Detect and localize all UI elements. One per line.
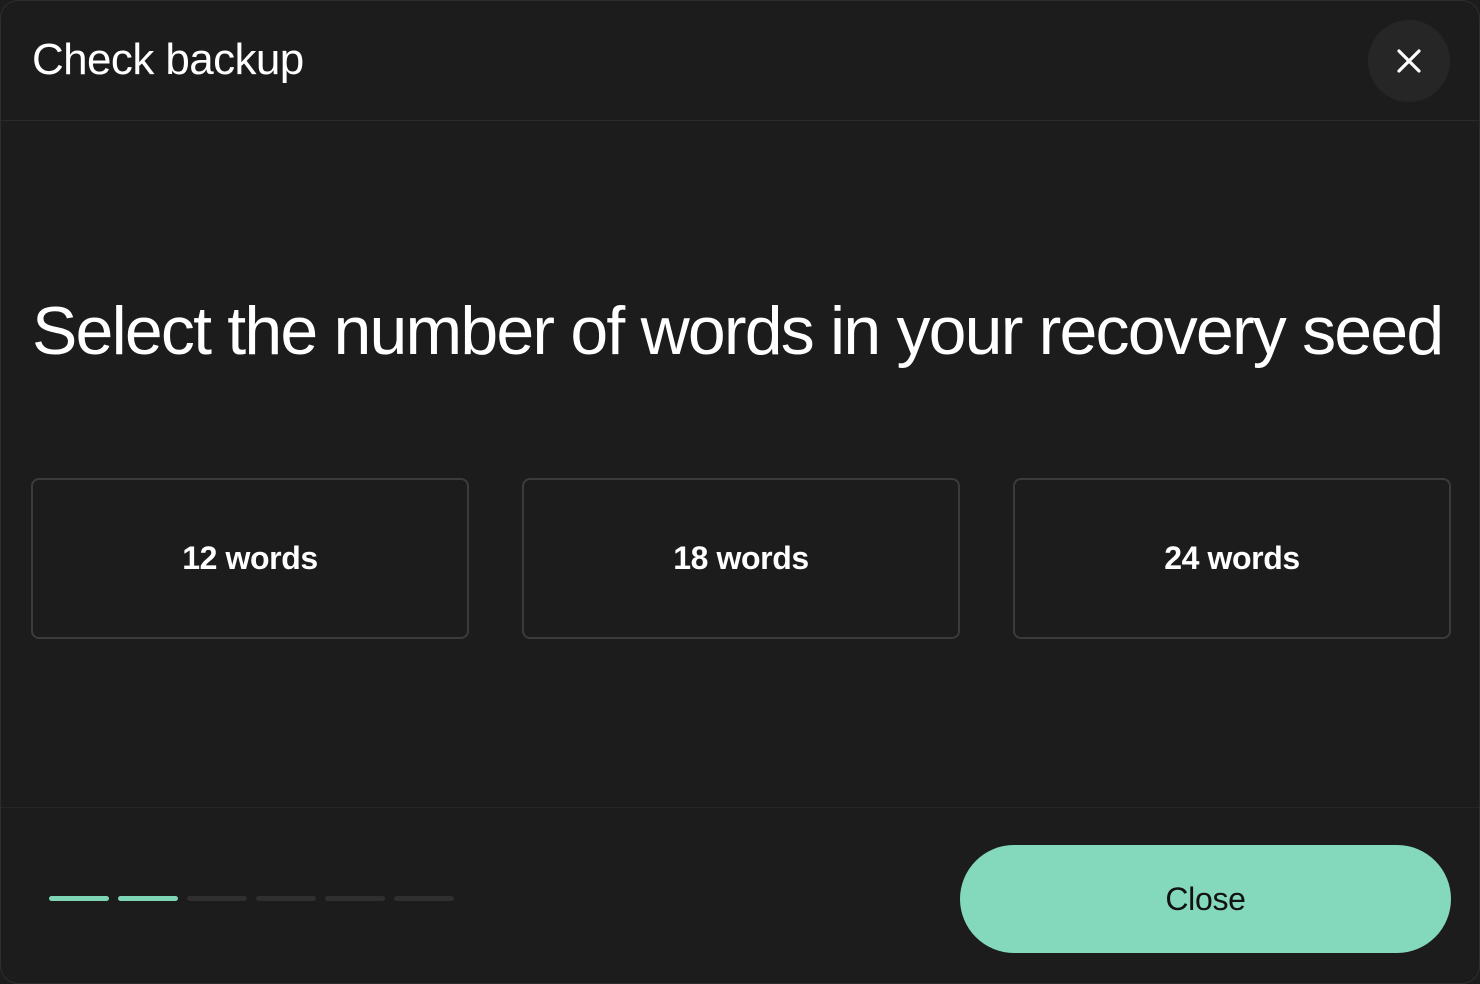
- option-label: 24 words: [1164, 540, 1300, 576]
- option-18-words[interactable]: 18 words: [522, 478, 960, 639]
- page-headline: Select the number of words in your recov…: [32, 293, 1444, 369]
- progress-segment-pending: [256, 896, 316, 901]
- option-label: 12 words: [182, 540, 318, 576]
- option-label: 18 words: [673, 540, 809, 576]
- option-24-words[interactable]: 24 words: [1013, 478, 1451, 639]
- progress-segment-complete: [118, 896, 178, 901]
- progress-segment-complete: [49, 896, 109, 901]
- close-icon: [1397, 49, 1421, 73]
- progress-segment-pending: [394, 896, 454, 901]
- option-12-words[interactable]: 12 words: [31, 478, 469, 639]
- dialog-title: Check backup: [32, 35, 304, 84]
- word-count-options: 12 words 18 words 24 words: [31, 478, 1451, 639]
- dialog-header: Check backup: [1, 1, 1479, 121]
- check-backup-dialog: Check backup Select the number of words …: [0, 0, 1480, 984]
- progress-segment-pending: [187, 896, 247, 901]
- step-progress-indicator: [49, 896, 454, 901]
- progress-segment-pending: [325, 896, 385, 901]
- dialog-footer: Close: [1, 807, 1479, 983]
- dialog-close-button[interactable]: [1368, 20, 1450, 102]
- close-button[interactable]: Close: [960, 845, 1451, 953]
